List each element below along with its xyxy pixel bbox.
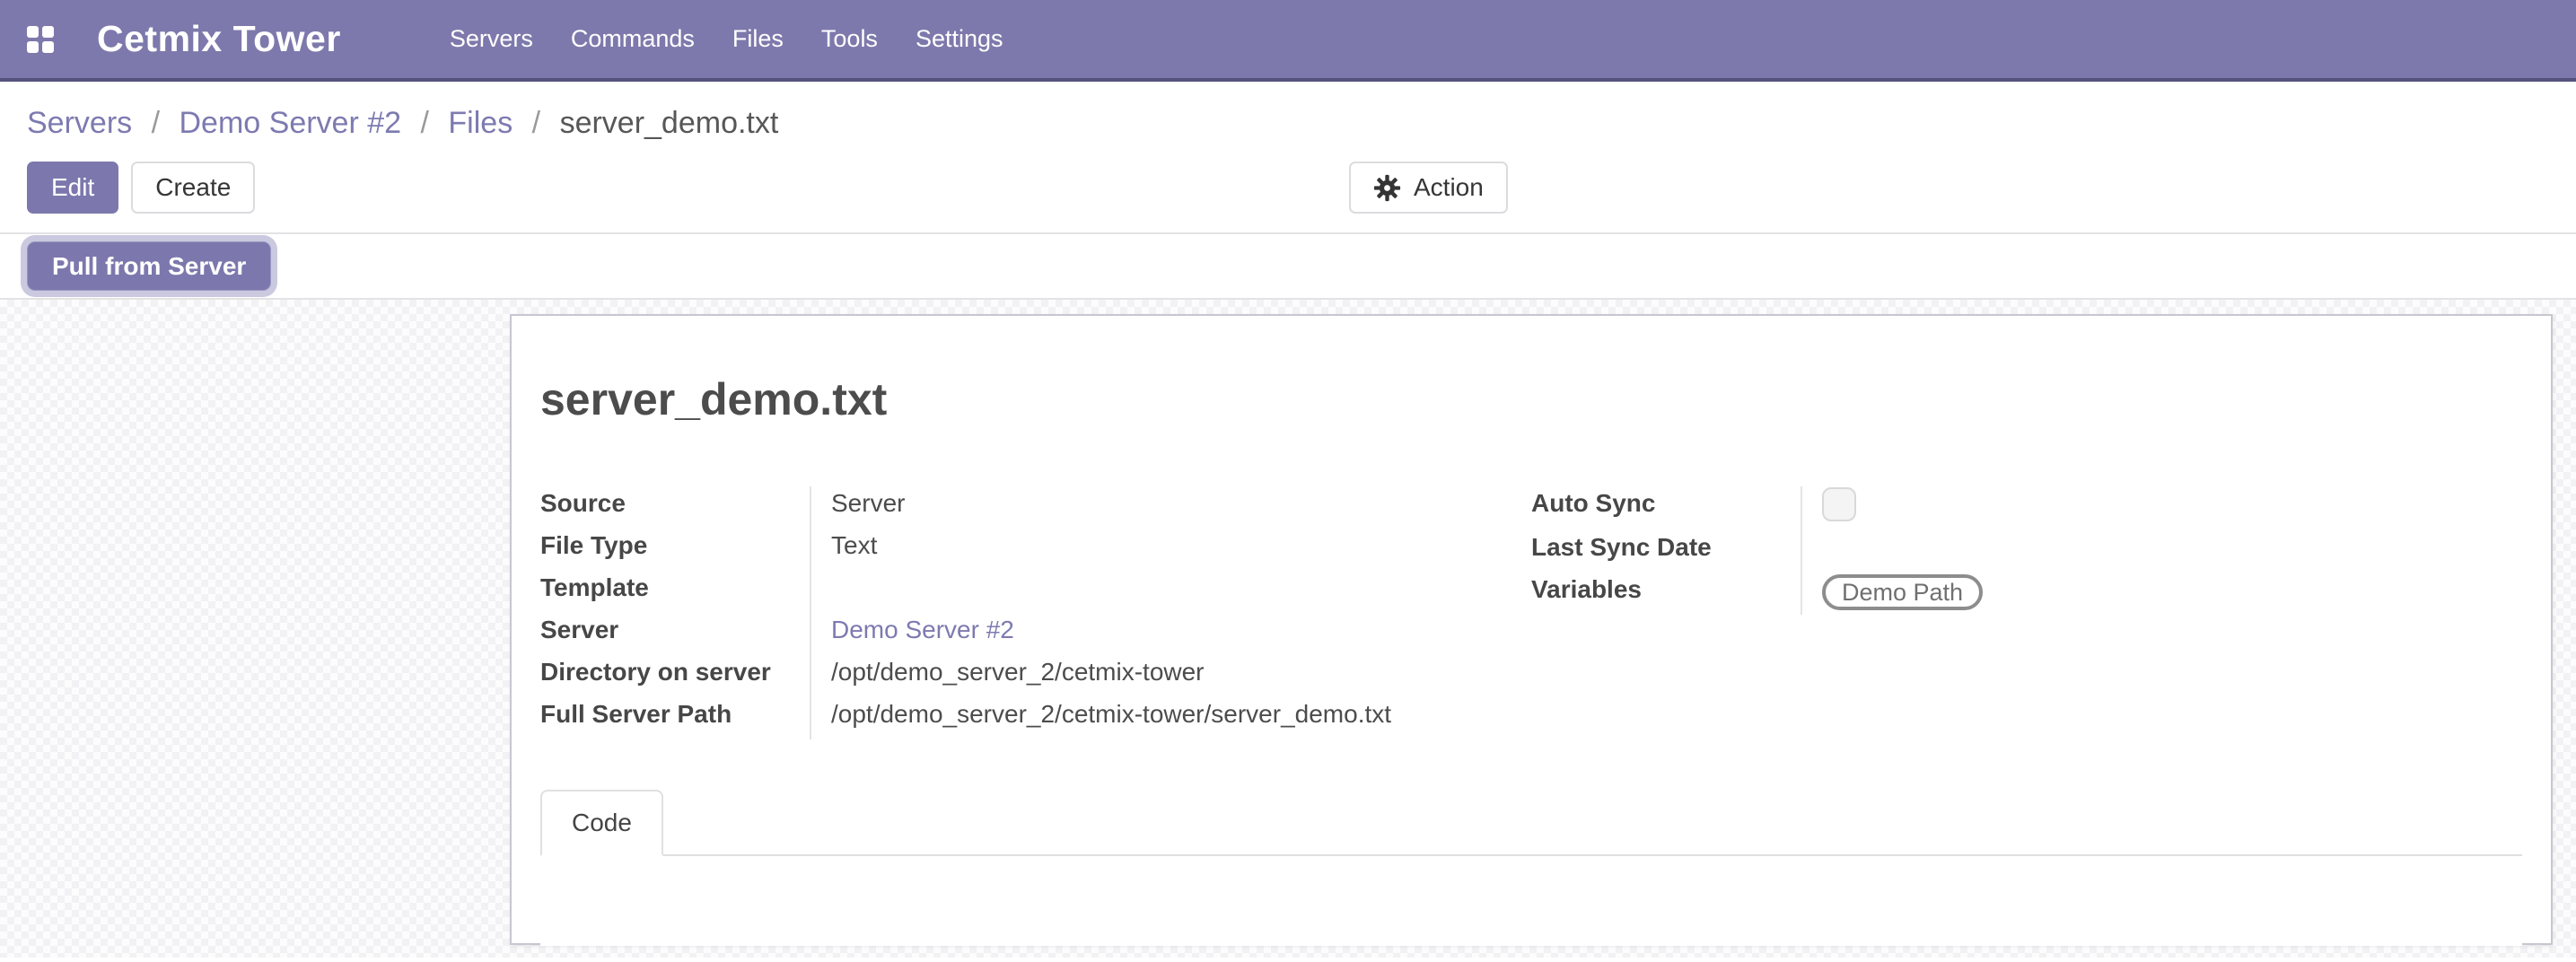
notebook-tabs: Code (540, 790, 2522, 856)
field-value-full-path: /opt/demo_server_2/cetmix-tower/server_d… (810, 697, 1531, 739)
auto-sync-checkbox[interactable] (1822, 487, 1856, 521)
field-row-full-path: Full Server Path /opt/demo_server_2/cetm… (540, 697, 1531, 739)
action-button[interactable]: Action (1349, 162, 1508, 214)
gear-icon (1373, 174, 1401, 202)
record-title: server_demo.txt (540, 373, 2522, 425)
breadcrumb-servers[interactable]: Servers (27, 106, 132, 140)
server-record-link[interactable]: Demo Server #2 (831, 616, 1014, 643)
field-row-template: Template (540, 571, 1531, 613)
statusbar: Pull from Server (0, 234, 2576, 300)
field-groups: Source Server File Type Text Template Se… (540, 486, 2522, 739)
control-panel: Servers / Demo Server #2 / Files / serve… (0, 82, 2576, 234)
menu-item-commands[interactable]: Commands (552, 0, 714, 78)
breadcrumb-separator: / (152, 106, 160, 140)
field-label-variables: Variables (1531, 573, 1801, 607)
field-value-template (810, 571, 1531, 613)
menu-item-tools[interactable]: Tools (802, 0, 897, 78)
pull-from-server-button[interactable]: Pull from Server (27, 241, 271, 291)
field-label-template: Template (540, 571, 810, 605)
menu-item-settings[interactable]: Settings (897, 0, 1022, 78)
field-group-right: Auto Sync Last Sync Date Variables Demo … (1531, 486, 2522, 739)
field-row-last-sync-date: Last Sync Date (1531, 530, 2522, 573)
action-menu-wrap: Action (1349, 162, 1508, 214)
field-row-directory: Directory on server /opt/demo_server_2/c… (540, 655, 1531, 697)
variable-tag: Demo Path (1822, 574, 1983, 610)
field-group-left: Source Server File Type Text Template Se… (540, 486, 1531, 739)
field-value-source: Server (810, 486, 1531, 529)
breadcrumb: Servers / Demo Server #2 / Files / serve… (27, 103, 2549, 143)
field-row-auto-sync: Auto Sync (1531, 486, 2522, 530)
main-menu: Servers Commands Files Tools Settings (431, 0, 1022, 78)
field-row-source: Source Server (540, 486, 1531, 529)
breadcrumb-separator: / (532, 106, 540, 140)
field-label-auto-sync: Auto Sync (1531, 486, 1801, 520)
field-row-server: Server Demo Server #2 (540, 613, 1531, 655)
form-sheet: server_demo.txt Source Server File Type … (510, 314, 2553, 945)
field-value-last-sync-date (1801, 530, 2522, 573)
field-value-file-type: Text (810, 529, 1531, 571)
field-label-server: Server (540, 613, 810, 647)
breadcrumb-demo-server[interactable]: Demo Server #2 (180, 106, 402, 140)
breadcrumb-files[interactable]: Files (448, 106, 513, 140)
breadcrumb-current: server_demo.txt (560, 106, 779, 140)
field-row-variables: Variables Demo Path (1531, 573, 2522, 615)
notebook: Code (540, 790, 2522, 946)
app-brand-title[interactable]: Cetmix Tower (97, 18, 341, 60)
menu-item-servers[interactable]: Servers (431, 0, 552, 78)
field-value-auto-sync (1801, 486, 2522, 530)
field-label-last-sync-date: Last Sync Date (1531, 530, 1801, 564)
field-label-directory: Directory on server (540, 655, 810, 689)
apps-grid-icon[interactable] (27, 26, 54, 53)
form-buttons-row: Edit Create (27, 162, 2549, 214)
field-label-full-path: Full Server Path (540, 697, 810, 731)
apps-grid-square (42, 41, 54, 53)
apps-grid-square (27, 41, 39, 53)
breadcrumb-separator: / (421, 106, 429, 140)
action-button-label: Action (1414, 173, 1484, 202)
field-label-file-type: File Type (540, 529, 810, 563)
apps-grid-square (42, 26, 54, 38)
field-label-source: Source (540, 486, 810, 520)
apps-grid-square (27, 26, 39, 38)
field-row-file-type: File Type Text (540, 529, 1531, 571)
edit-button[interactable]: Edit (27, 162, 118, 214)
tab-code-content (540, 856, 2522, 946)
field-value-directory: /opt/demo_server_2/cetmix-tower (810, 655, 1531, 697)
form-background: server_demo.txt Source Server File Type … (0, 300, 2576, 958)
tab-code[interactable]: Code (540, 790, 663, 856)
field-value-variables: Demo Path (1801, 573, 2522, 615)
create-button[interactable]: Create (131, 162, 255, 214)
field-value-server: Demo Server #2 (810, 613, 1531, 655)
menu-item-files[interactable]: Files (714, 0, 802, 78)
top-navbar: Cetmix Tower Servers Commands Files Tool… (0, 0, 2576, 82)
